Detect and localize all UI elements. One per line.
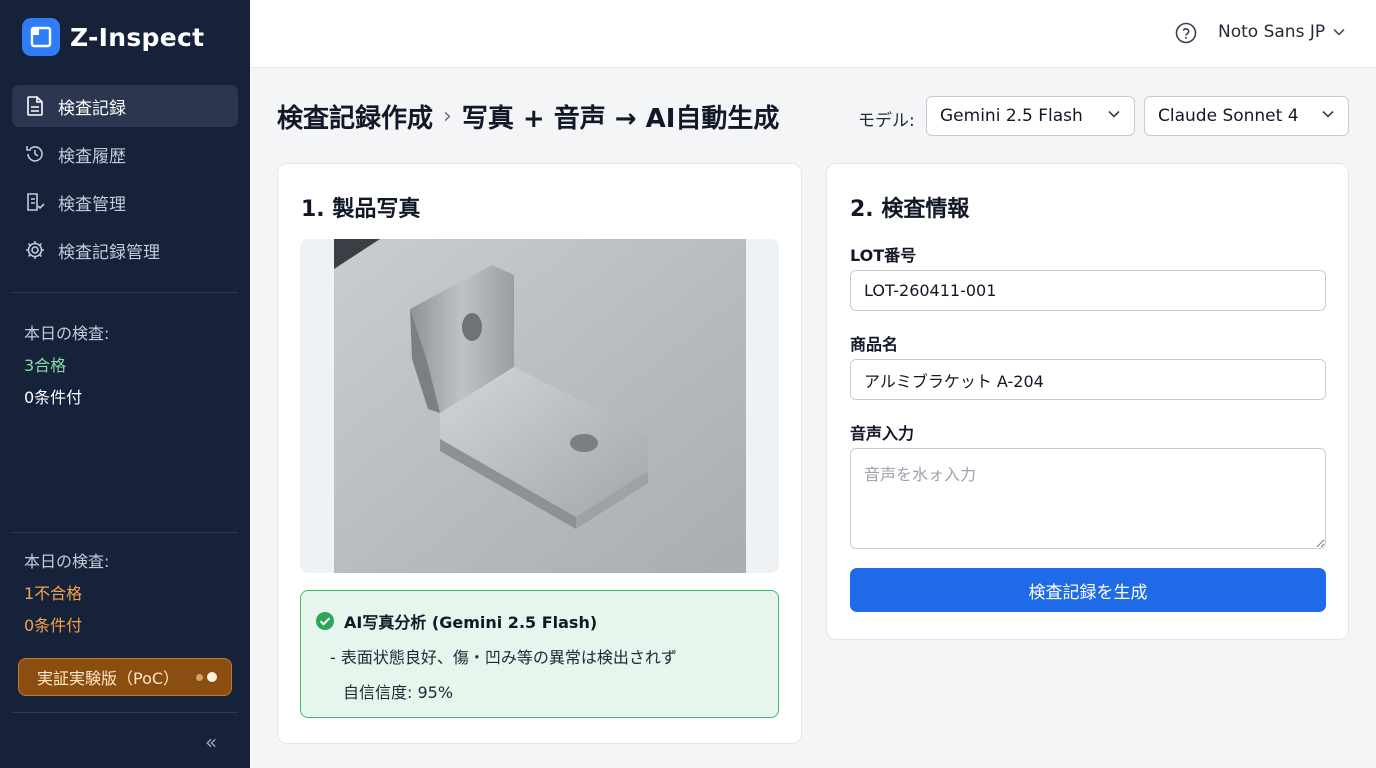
sidebar-item-inspection-management[interactable]: 検査管理: [12, 181, 238, 223]
card-title: 1. 製品写真: [301, 197, 421, 222]
product-name-input[interactable]: [850, 359, 1326, 400]
today-stats-passed: 本日の検査: 3合格 0条件付: [24, 318, 109, 414]
product-name-label: 商品名: [850, 335, 899, 354]
stat-label: 本日の検査:: [24, 324, 110, 343]
sidebar-nav: 検査記録 検査履歴 検査管理 検査記録管理: [12, 85, 238, 277]
voice-input-textarea[interactable]: [850, 448, 1326, 549]
lot-label: LOT番号: [850, 246, 917, 265]
font-select[interactable]: Noto Sans JP: [1218, 22, 1345, 42]
generate-record-button[interactable]: 検査記録を生成: [850, 568, 1326, 612]
poc-badge[interactable]: 実証実験版（PoC）: [18, 658, 232, 696]
stat-label: 本日の検査:: [24, 552, 110, 571]
clipboard-icon: [24, 191, 46, 213]
model-select-value: Claude Sonnet 4: [1158, 106, 1299, 126]
sidebar-item-inspection-history[interactable]: 検査履歴: [12, 133, 238, 175]
ai-analysis-text: - 表面状態良好、傷・凹み等の異常は検出されず: [330, 648, 677, 667]
ai-analysis-header: AI写真分析 (Gemini 2.5 Flash): [315, 609, 597, 633]
sidebar: Z-Inspect 検査記録 検査履歴 検査管理 検査記録管理 本日の検査: 3…: [0, 0, 250, 768]
ai-analysis-result: AI写真分析 (Gemini 2.5 Flash) - 表面状態良好、傷・凹み等…: [300, 590, 779, 718]
conditional-count: 0条件付: [24, 616, 83, 635]
product-photo-card: 1. 製品写真 AI写真分析 (Gemini 2.5 Flash) - 表面状態…: [277, 163, 802, 744]
pass-count: 3合格: [24, 356, 67, 375]
ai-confidence: 自信信度: 95%: [343, 683, 454, 702]
toggle-dots-icon: [196, 672, 217, 682]
lot-number-input[interactable]: [850, 270, 1326, 311]
font-select-value: Noto Sans JP: [1218, 22, 1326, 42]
sidebar-item-label: 検査記録管理: [58, 242, 160, 263]
sidebar-item-inspection-record[interactable]: 検査記録: [12, 85, 238, 127]
today-stats-failed: 本日の検査: 1不合格 0条件付: [24, 546, 109, 642]
history-icon: [24, 143, 46, 165]
app-name: Z-Inspect: [70, 22, 205, 52]
model-label: モデル:: [858, 111, 915, 131]
sidebar-divider: [12, 292, 238, 293]
top-bar: Noto Sans JP: [250, 0, 1376, 68]
collapse-sidebar-icon[interactable]: «: [205, 730, 217, 754]
page-title: 検査記録作成 › 写真 + 音声 → AI自動生成: [277, 98, 779, 135]
sidebar-item-record-management[interactable]: 検査記録管理: [12, 229, 238, 271]
breadcrumb-sub: 写真 + 音声 → AI自動生成: [461, 104, 780, 134]
voice-input-label: 音声入力: [850, 424, 915, 443]
model-select-value: Gemini 2.5 Flash: [940, 106, 1083, 126]
document-icon: [24, 95, 46, 117]
breadcrumb-separator: ›: [443, 104, 452, 129]
check-circle-icon: [316, 612, 334, 630]
chevron-down-icon: [1333, 28, 1345, 36]
model-select-secondary[interactable]: Claude Sonnet 4: [1144, 96, 1349, 136]
conditional-count: 0条件付: [24, 388, 83, 407]
poc-badge-label: 実証実験版（PoC）: [37, 669, 180, 688]
gear-icon: [24, 239, 46, 261]
brand[interactable]: Z-Inspect: [22, 18, 204, 56]
breadcrumb-main: 検査記録作成: [277, 104, 434, 134]
sidebar-item-label: 検査記録: [58, 98, 126, 119]
card-title: 2. 検査情報: [850, 197, 970, 222]
product-photo[interactable]: [300, 239, 779, 573]
sidebar-item-label: 検査履歴: [58, 146, 126, 167]
sidebar-divider: [12, 712, 238, 713]
ai-analysis-title: AI写真分析 (Gemini 2.5 Flash): [344, 613, 598, 632]
help-circle-icon[interactable]: [1175, 22, 1197, 44]
chevron-down-icon: [1322, 110, 1334, 118]
inspection-info-card: 2. 検査情報 LOT番号 商品名 音声入力 検査記録を生成: [826, 163, 1349, 640]
fail-count: 1不合格: [24, 584, 83, 603]
model-select-primary[interactable]: Gemini 2.5 Flash: [926, 96, 1135, 136]
sidebar-divider: [12, 532, 238, 533]
sidebar-item-label: 検査管理: [58, 194, 126, 215]
app-logo-icon: [22, 18, 60, 56]
chevron-down-icon: [1108, 110, 1120, 118]
